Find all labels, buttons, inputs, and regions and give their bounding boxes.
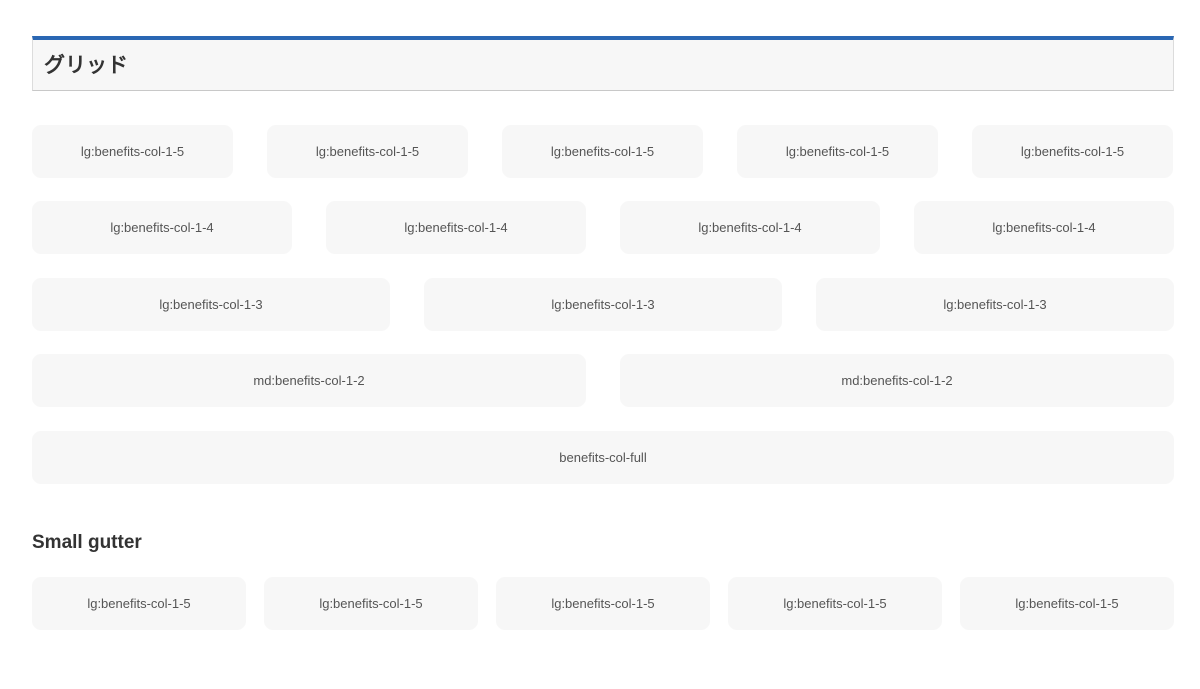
grid-cell: lg:benefits-col-1-4: [914, 201, 1174, 254]
grid-cell: md:benefits-col-1-2: [32, 354, 586, 407]
grid-cell: lg:benefits-col-1-5: [267, 125, 468, 178]
grid-row-full: benefits-col-full: [32, 431, 1174, 484]
grid-row-thirds: lg:benefits-col-1-3 lg:benefits-col-1-3 …: [32, 278, 1174, 331]
grid-cell: md:benefits-col-1-2: [620, 354, 1174, 407]
grid-cell: lg:benefits-col-1-5: [737, 125, 938, 178]
grid-row-quarters: lg:benefits-col-1-4 lg:benefits-col-1-4 …: [32, 201, 1174, 254]
grid-cell: lg:benefits-col-1-5: [496, 577, 710, 630]
page-heading-box: グリッド: [32, 36, 1174, 91]
grid-cell: lg:benefits-col-1-3: [424, 278, 782, 331]
grid-cell: lg:benefits-col-1-5: [960, 577, 1174, 630]
page: グリッド lg:benefits-col-1-5 lg:benefits-col…: [0, 0, 1200, 689]
grid-cell: lg:benefits-col-1-5: [32, 125, 233, 178]
small-gutter-title: Small gutter: [32, 532, 142, 553]
grid-row-fifths: lg:benefits-col-1-5 lg:benefits-col-1-5 …: [32, 125, 1174, 178]
grid-cell: lg:benefits-col-1-3: [816, 278, 1174, 331]
page-title: グリッド: [44, 53, 128, 77]
grid-cell: lg:benefits-col-1-5: [502, 125, 703, 178]
grid-cell: lg:benefits-col-1-4: [32, 201, 292, 254]
grid-cell: lg:benefits-col-1-3: [32, 278, 390, 331]
grid-cell: lg:benefits-col-1-5: [264, 577, 478, 630]
grid-row-halves: md:benefits-col-1-2 md:benefits-col-1-2: [32, 354, 1174, 407]
grid-cell: benefits-col-full: [32, 431, 1174, 484]
grid-cell: lg:benefits-col-1-5: [972, 125, 1173, 178]
grid-cell: lg:benefits-col-1-5: [32, 577, 246, 630]
grid-cell: lg:benefits-col-1-4: [620, 201, 880, 254]
grid-cell: lg:benefits-col-1-5: [728, 577, 942, 630]
grid-cell: lg:benefits-col-1-4: [326, 201, 586, 254]
grid-row-small-gutter: lg:benefits-col-1-5 lg:benefits-col-1-5 …: [32, 577, 1174, 630]
